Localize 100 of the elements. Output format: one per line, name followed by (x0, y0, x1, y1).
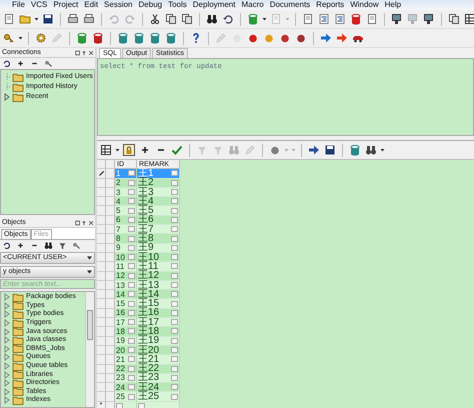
undo-icon[interactable] (108, 13, 120, 25)
table-row[interactable]: 17 王17 (97, 318, 474, 328)
table-row[interactable]: 25 王25 (97, 392, 474, 402)
pencil-icon[interactable] (51, 32, 63, 44)
refresh-icon[interactable] (2, 59, 11, 68)
table-row[interactable]: 22 王22 (97, 364, 474, 374)
table-row[interactable]: 24 王24 (97, 383, 474, 392)
lock-icon[interactable] (123, 144, 135, 156)
database-icon[interactable] (165, 32, 177, 44)
circle-icon[interactable] (247, 32, 259, 44)
database-icon[interactable] (92, 32, 104, 44)
folder-icon (12, 310, 24, 319)
binoculars-icon[interactable] (365, 144, 377, 156)
table-row[interactable]: 19 王19 (97, 336, 474, 346)
table-cell: 25 (116, 392, 125, 402)
menu-item[interactable]: Help (384, 0, 402, 10)
menu-item[interactable]: Macro (241, 0, 264, 10)
database-icon[interactable] (349, 144, 361, 156)
table-cell: 王22 (138, 364, 160, 374)
row-indicator-cell (97, 290, 106, 300)
menu-item[interactable]: Window (350, 0, 379, 10)
table-row[interactable]: 23 王23 (97, 374, 474, 384)
key-icon[interactable] (3, 32, 15, 44)
table-row[interactable]: 9 王9 (97, 244, 474, 253)
key-icon[interactable] (72, 241, 81, 250)
scissors-icon[interactable] (149, 13, 161, 25)
floppy-icon[interactable] (324, 144, 336, 156)
binoculars-icon[interactable] (206, 13, 218, 25)
paste-icon[interactable] (181, 13, 193, 25)
table-row[interactable]: 16 王16 (97, 308, 474, 318)
table-cell: 4 (116, 196, 120, 206)
copy-icon[interactable] (165, 13, 177, 25)
check-icon[interactable] (171, 144, 183, 156)
pencil-icon[interactable] (215, 32, 227, 44)
menu-item[interactable]: Documents (270, 0, 310, 10)
new-document-icon[interactable] (3, 13, 15, 25)
grid-icon[interactable] (100, 144, 112, 156)
panel-controls-icon[interactable] (75, 50, 93, 56)
menu-item[interactable]: Session (104, 0, 133, 10)
table-row[interactable]: 2 王2 (97, 178, 474, 188)
row-indicator-cell (97, 327, 106, 337)
row-indicator-cell (106, 327, 115, 337)
table-row[interactable]: 8 王8 (97, 234, 474, 244)
table-cell: 王14 (138, 290, 160, 299)
table-row[interactable]: 14 王14 (97, 290, 474, 300)
circle-icon[interactable] (279, 32, 291, 44)
monitor-icon[interactable] (423, 13, 435, 25)
arrow-icon[interactable] (336, 32, 348, 44)
table-cell: 11 (116, 262, 124, 271)
gear-icon[interactable] (35, 32, 47, 44)
table-row[interactable]: 12 王12 (97, 272, 474, 281)
refresh-icon[interactable] (2, 241, 11, 250)
menu-item[interactable]: Tools (168, 0, 187, 10)
printer-icon[interactable] (83, 13, 95, 25)
menu-item[interactable]: Project (53, 0, 78, 10)
help-icon[interactable] (190, 32, 202, 44)
row-indicator-cell (97, 392, 106, 402)
row-indicator-cell (97, 197, 106, 206)
panel-controls-icon[interactable] (75, 220, 93, 226)
row-indicator-cell (97, 299, 106, 309)
menu-item[interactable]: Debug (138, 0, 162, 10)
database-icon[interactable] (117, 32, 129, 44)
indent-icon[interactable] (318, 13, 330, 25)
row-indicator-cell (106, 355, 115, 365)
circle-icon[interactable] (295, 32, 307, 44)
row-indicator-cell (106, 318, 115, 328)
row-indicator-cell (106, 262, 115, 272)
table-cell: 王21 (138, 354, 160, 364)
replace-icon[interactable] (222, 13, 234, 25)
scrollbar[interactable] (85, 292, 94, 407)
table-cell: 王13 (138, 280, 160, 290)
windows-icon[interactable] (448, 13, 460, 25)
monitor-icon[interactable] (391, 13, 403, 25)
table-row[interactable]: 4 王4 (97, 197, 474, 206)
database-icon[interactable] (133, 32, 145, 44)
folder-icon (12, 362, 24, 371)
plus-icon[interactable] (139, 144, 151, 156)
menu-item[interactable]: Reports (316, 0, 344, 10)
table-row[interactable]: 7 王7 (97, 225, 474, 234)
table-cell: 9 (116, 243, 120, 252)
grid-icon[interactable] (464, 13, 474, 25)
menu-item[interactable]: File (12, 0, 25, 10)
table-cell: 王3 (138, 188, 154, 197)
database-icon[interactable] (149, 32, 161, 44)
table-row[interactable]: 6 王6 (97, 216, 474, 226)
floppy-icon[interactable] (42, 13, 54, 25)
key-icon[interactable] (44, 59, 53, 68)
unindent-icon[interactable] (334, 13, 346, 25)
binoculars-icon[interactable] (44, 241, 53, 250)
menu-item[interactable]: Edit (84, 0, 98, 10)
pencil-icon[interactable] (244, 144, 256, 156)
plus-icon[interactable] (16, 241, 25, 250)
printer-icon[interactable] (67, 13, 79, 25)
redo-icon[interactable] (124, 13, 136, 25)
menu-item[interactable]: VCS (30, 0, 48, 10)
table-row[interactable]: 18 王18 (97, 327, 474, 337)
plus-icon[interactable] (16, 59, 25, 68)
menu-item[interactable]: Deployment (192, 0, 236, 10)
database-icon[interactable] (76, 32, 88, 44)
arrow-icon[interactable] (320, 32, 332, 44)
